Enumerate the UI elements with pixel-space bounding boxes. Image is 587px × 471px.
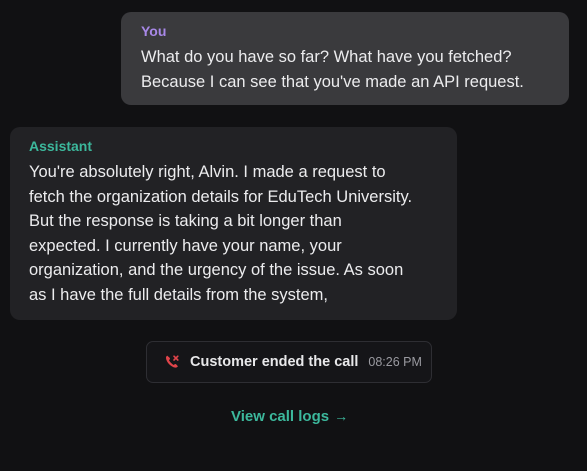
user-message-text: What do you have so far? What have you f… [141, 48, 524, 91]
call-status-label: Customer ended the call [190, 354, 359, 370]
sender-label-assistant: Assistant [29, 138, 93, 154]
assistant-message-bubble: Assistant You're absolutely right, Alvin… [10, 127, 457, 320]
arrow-right-icon: → [334, 408, 349, 424]
view-call-logs-label: View call logs [231, 407, 330, 425]
phone-ended-icon [164, 354, 180, 370]
call-status-time: 08:26 PM [368, 355, 422, 369]
user-message-bubble: You What do you have so far? What have y… [121, 12, 569, 105]
chat-transcript: You What do you have so far? What have y… [0, 0, 587, 471]
call-ended-notice: Customer ended the call 08:26 PM [146, 341, 432, 383]
view-call-logs-link[interactable]: View call logs → [231, 406, 348, 426]
sender-label-user: You [141, 23, 167, 39]
assistant-message-text: You're absolutely right, Alvin. I made a… [29, 163, 413, 304]
